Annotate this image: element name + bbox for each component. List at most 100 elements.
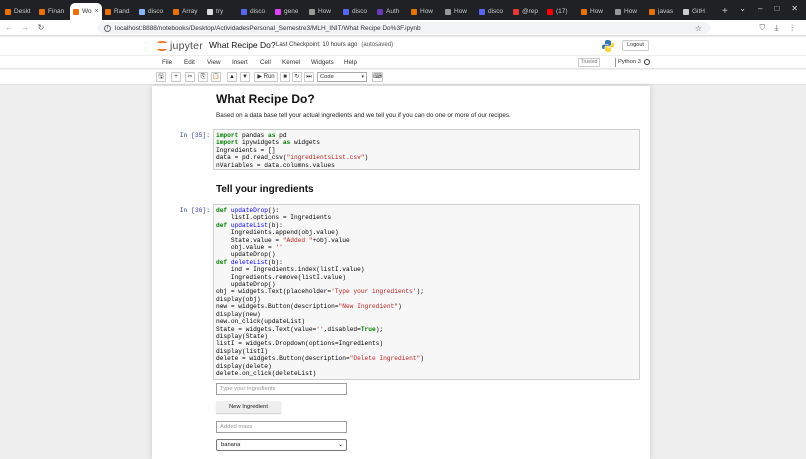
site-info-icon[interactable]: i	[104, 24, 111, 32]
browser-tab[interactable]: @rep	[510, 3, 544, 20]
browser-tab[interactable]: How	[306, 3, 340, 20]
browser-tab[interactable]: disco	[476, 3, 510, 20]
maximize-icon[interactable]: □	[774, 4, 779, 13]
favicon-icon	[241, 8, 247, 15]
menu-help[interactable]: Help	[344, 59, 357, 66]
move-up-icon[interactable]: ▲	[227, 72, 237, 82]
bookmark-star-icon[interactable]: ☆	[695, 24, 702, 33]
tab-label: gene	[284, 8, 299, 15]
kernel-status-icon	[644, 59, 650, 65]
reload-icon[interactable]: ↻	[34, 23, 48, 32]
code-cell[interactable]: def updateDrop(): listI.options = Ingred…	[213, 204, 640, 380]
restart-icon[interactable]: ↻	[292, 72, 302, 82]
browser-tab[interactable]: (17)	[544, 3, 578, 20]
keyboard-icon[interactable]: ⌨	[372, 72, 383, 82]
trusted-badge[interactable]: Trusted	[578, 58, 600, 67]
browser-tab[interactable]: gene	[272, 3, 306, 20]
tab-label: Rand	[114, 8, 130, 15]
tab-label: Array	[182, 8, 198, 15]
tab-label: How	[454, 8, 468, 15]
menu-view[interactable]: View	[207, 59, 221, 66]
tab-label: disco	[250, 8, 266, 15]
browser-tab[interactable]: How	[578, 3, 612, 20]
code-cell[interactable]: import pandas as pd import ipywidgets as…	[213, 129, 640, 170]
favicon-icon	[207, 8, 213, 15]
cell-type-select[interactable]: Code ▾	[317, 72, 367, 82]
tab-label: Deskt	[14, 8, 31, 15]
favicon-icon	[105, 8, 111, 15]
menu-edit[interactable]: Edit	[184, 59, 195, 66]
favicon-icon	[309, 8, 315, 15]
browser-tab[interactable]: GitH	[680, 3, 714, 20]
browser-tab[interactable]: How	[442, 3, 476, 20]
favicon-icon	[275, 8, 281, 15]
restart-run-all-icon[interactable]: ⏭	[304, 72, 314, 82]
tab-label: Auth	[386, 8, 400, 15]
browser-tab[interactable]: How	[408, 3, 442, 20]
move-down-icon[interactable]: ▼	[240, 72, 250, 82]
menu-widgets[interactable]: Widgets	[311, 59, 334, 66]
tab-label: How	[590, 8, 604, 15]
close-window-icon[interactable]: ✕	[791, 4, 798, 13]
menu-kernel[interactable]: Kernel	[282, 59, 300, 66]
browser-tab[interactable]: disco	[238, 3, 272, 20]
forward-icon[interactable]: →	[18, 23, 32, 32]
url-text: localhost:8888/notebooks/Desktop/Activid…	[115, 24, 421, 32]
browser-tab[interactable]: disco	[136, 3, 170, 20]
new-tab-icon[interactable]: +	[722, 3, 728, 20]
tab-label: disco	[148, 8, 164, 15]
tab-label: Wo	[82, 8, 92, 15]
jupyter-logo[interactable]: jupyter	[157, 40, 203, 52]
browser-tab[interactable]: disco	[340, 3, 374, 20]
tab-label: GitH	[692, 8, 705, 15]
tab-label: How	[420, 8, 434, 15]
jupyter-menubar: File Edit View Insert Cell Kernel Widget…	[0, 56, 806, 69]
back-icon[interactable]: ←	[2, 23, 16, 32]
favicon-icon	[615, 8, 621, 15]
save-icon[interactable]: 🖫	[156, 72, 166, 82]
run-button[interactable]: ▶ Run	[254, 72, 278, 82]
notebook-title[interactable]: What Recipe Do?	[209, 40, 276, 50]
favicon-icon	[581, 8, 587, 15]
menu-file[interactable]: File	[162, 59, 172, 66]
add-cell-icon[interactable]: +	[171, 72, 181, 82]
stop-icon[interactable]: ■	[280, 72, 290, 82]
url-input[interactable]: i localhost:8888/notebooks/Desktop/Activ…	[98, 22, 710, 34]
menu-kebab-icon[interactable]: ⋮	[789, 23, 797, 33]
browser-tab[interactable]: javas	[646, 3, 680, 20]
window-menu-icon[interactable]: ⌄	[739, 4, 746, 13]
checkpoint-status: Last Checkpoint: 10 hours ago (autosaved)	[276, 42, 394, 48]
browser-tab[interactable]: Wo ×	[70, 3, 102, 20]
new-ingredient-button[interactable]: New Ingredient	[216, 401, 281, 413]
favicon-icon	[547, 8, 553, 15]
state-field: Added mass	[216, 421, 347, 433]
menu-insert[interactable]: Insert	[232, 59, 248, 66]
download-icon[interactable]: ⤓	[775, 23, 778, 33]
browser-address-bar: ← → ↻ i localhost:8888/notebooks/Desktop…	[0, 20, 806, 36]
menu-cell[interactable]: Cell	[260, 59, 271, 66]
ingredient-dropdown[interactable]: banana ⌄	[216, 439, 347, 451]
browser-tab[interactable]: Rand	[102, 3, 136, 20]
browser-tab[interactable]: How	[612, 3, 646, 20]
jupyter-orb-icon	[157, 40, 167, 52]
browser-tab[interactable]: try	[204, 3, 238, 20]
favicon-icon	[5, 8, 11, 15]
logout-button[interactable]: Logout	[622, 40, 649, 51]
section-heading: Tell your ingredients	[216, 184, 314, 195]
browser-tab[interactable]: Auth	[374, 3, 408, 20]
cell-prompt: In [36]:	[179, 207, 210, 214]
favicon-icon	[683, 8, 689, 15]
browser-tab[interactable]: Array	[170, 3, 204, 20]
browser-tab[interactable]: Finan	[36, 3, 70, 20]
cut-icon[interactable]: ✂	[185, 72, 195, 82]
minimize-icon[interactable]: –	[758, 4, 762, 13]
paste-icon[interactable]: 📋	[211, 72, 221, 82]
tab-label: disco	[352, 8, 368, 15]
browser-tab-strip: Deskt Finan Wo × Rand disco Array try disco gene H…	[0, 0, 806, 20]
favicon-icon	[479, 8, 485, 15]
browser-tab[interactable]: Deskt	[2, 3, 36, 20]
shield-icon[interactable]: ⛉	[760, 23, 766, 33]
close-tab-icon[interactable]: ×	[95, 8, 99, 15]
copy-icon[interactable]: ⎘	[198, 72, 208, 82]
ingredient-input[interactable]: Type your ingredients	[216, 383, 347, 395]
